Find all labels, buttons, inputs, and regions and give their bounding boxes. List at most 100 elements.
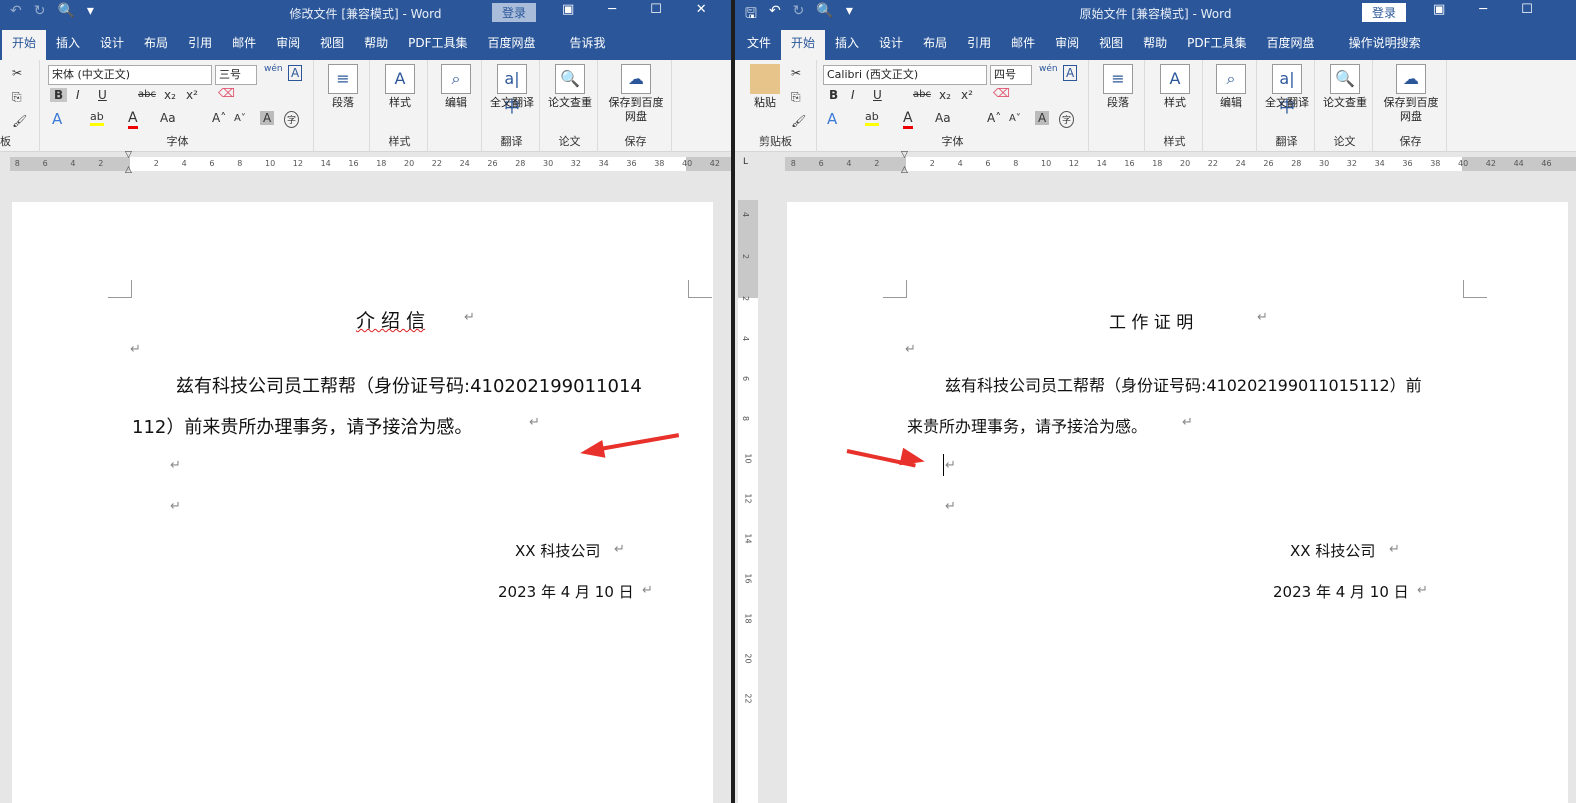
char-border-icon[interactable]: A [1063, 65, 1078, 81]
text-effect-icon[interactable]: A [52, 110, 62, 128]
maximize-icon[interactable]: ☐ [1521, 2, 1533, 17]
save-baidu-button[interactable]: ☁ 保存到百度网盘 [1375, 64, 1447, 124]
underline-button[interactable]: U [873, 88, 882, 102]
tab-0[interactable]: 开始 [2, 30, 47, 60]
strikethrough-button[interactable]: abc [913, 89, 931, 100]
char-shading-icon[interactable]: A [260, 111, 275, 125]
tab-9[interactable]: 帮助 [1133, 30, 1177, 60]
editing-button[interactable]: ⌕ 编辑 [1205, 64, 1257, 110]
format-painter-icon[interactable]: 🖌 [12, 114, 27, 128]
shrink-font-icon[interactable]: A˅ [1009, 113, 1021, 124]
tab-0[interactable]: 文件 [737, 30, 781, 60]
tab-3[interactable]: 布局 [134, 30, 178, 60]
login-button[interactable]: 登录 [1362, 3, 1407, 22]
format-painter-icon[interactable]: 🖌 [791, 114, 806, 128]
tab-4[interactable]: 布局 [913, 30, 957, 60]
paper-check-button[interactable]: 🔍 论文查重 [1317, 64, 1373, 110]
copy-icon[interactable]: ⎘ [791, 90, 801, 105]
font-size-select[interactable]: 三号 [215, 65, 257, 85]
font-name-select[interactable]: Calibri (西文正文) [823, 65, 987, 85]
editing-button[interactable]: ⌕ 编辑 [430, 64, 482, 110]
ribbon-display-icon[interactable]: ▣ [562, 2, 574, 17]
clear-format-icon[interactable]: ⌫ [218, 86, 235, 100]
phonetic-guide-icon[interactable]: wén [264, 64, 283, 74]
tab-10[interactable]: 百度网盘 [478, 30, 546, 60]
tab-8[interactable]: 视图 [1089, 30, 1133, 60]
maximize-icon[interactable]: ☐ [650, 2, 662, 17]
change-case-icon[interactable]: Aa [160, 111, 176, 125]
tab-1[interactable]: 开始 [781, 30, 826, 60]
paragraph-button[interactable]: ≡ 段落 [1091, 64, 1145, 110]
tab-2[interactable]: 插入 [825, 30, 869, 60]
grow-font-icon[interactable]: A˄ [987, 111, 1001, 125]
hanging-indent-marker[interactable]: △ [125, 165, 132, 175]
tab-3[interactable]: 设计 [869, 30, 913, 60]
tab-7[interactable]: 视图 [310, 30, 354, 60]
tab-7[interactable]: 审阅 [1045, 30, 1089, 60]
paper-check-button[interactable]: 🔍 论文查重 [542, 64, 598, 110]
tab-11[interactable]: 告诉我 [546, 30, 616, 60]
cut-icon[interactable]: ✂ [12, 66, 22, 80]
tab-12[interactable]: 操作说明搜索 [1325, 30, 1431, 60]
tab-5[interactable]: 邮件 [222, 30, 266, 60]
italic-button[interactable]: I [851, 88, 855, 102]
tab-6[interactable]: 邮件 [1001, 30, 1045, 60]
hanging-indent-marker[interactable]: △ [901, 165, 908, 175]
enclose-char-icon[interactable]: 字 [1059, 111, 1075, 128]
text-effect-icon[interactable]: A [827, 110, 837, 128]
char-shading-icon[interactable]: A [1035, 111, 1050, 125]
char-border-icon[interactable]: A [288, 65, 303, 81]
styles-button[interactable]: A 样式 [372, 64, 428, 110]
font-size-select[interactable]: 四号 [990, 65, 1032, 85]
first-line-indent-marker[interactable]: ▽ [901, 150, 908, 160]
minimize-icon[interactable]: ─ [608, 2, 616, 17]
bold-button[interactable]: B [825, 88, 842, 102]
subscript-button[interactable]: x₂ [164, 88, 176, 102]
save-baidu-button[interactable]: ☁ 保存到百度网盘 [600, 64, 672, 124]
first-line-indent-marker[interactable]: ▽ [125, 150, 132, 160]
ribbon-display-icon[interactable]: ▣ [1433, 2, 1445, 17]
clear-format-icon[interactable]: ⌫ [993, 86, 1010, 100]
phonetic-guide-icon[interactable]: wén [1039, 64, 1058, 74]
grow-font-icon[interactable]: A˄ [212, 111, 226, 125]
italic-button[interactable]: I [76, 88, 80, 102]
cut-icon[interactable]: ✂ [791, 66, 801, 80]
enclose-char-icon[interactable]: 字 [284, 111, 300, 128]
copy-icon[interactable]: ⎘ [12, 90, 22, 105]
highlight-icon[interactable]: ab [90, 110, 104, 126]
tab-10[interactable]: PDF工具集 [1177, 30, 1256, 60]
full-translate-button[interactable]: a|中 全文翻译 [484, 64, 540, 116]
strikethrough-button[interactable]: abc [138, 89, 156, 100]
subscript-button[interactable]: x₂ [939, 88, 951, 102]
shrink-font-icon[interactable]: A˅ [234, 113, 246, 124]
tab-11[interactable]: 百度网盘 [1257, 30, 1325, 60]
paste-button[interactable]: 粘贴 [745, 64, 785, 110]
superscript-button[interactable]: x² [961, 88, 973, 102]
document-page[interactable]: 介 绍 信 ↵ ↵ 兹有科技公司员工帮帮（身份证号码:41020219901101… [12, 202, 713, 803]
underline-button[interactable]: U [98, 88, 107, 102]
bold-button[interactable]: B [50, 88, 68, 102]
superscript-button[interactable]: x² [186, 88, 198, 102]
tab-5[interactable]: 引用 [957, 30, 1001, 60]
minimize-icon[interactable]: ─ [1479, 2, 1487, 17]
tab-2[interactable]: 设计 [90, 30, 134, 60]
login-button[interactable]: 登录 [492, 3, 537, 22]
paragraph-button[interactable]: ≡ 段落 [316, 64, 370, 110]
horizontal-ruler[interactable]: 8 6 4 2 2 4 6 8 10 12 14 16 18 20 22 24 26 28 30 32 34 36 38 40… [735, 150, 1576, 178]
document-page[interactable]: 工 作 证 明 ↵ ↵ 兹有科技公司员工帮帮（身份证号码:410202199011… [787, 202, 1568, 803]
close-icon[interactable]: ✕ [696, 2, 707, 17]
change-case-icon[interactable]: Aa [935, 111, 951, 125]
horizontal-ruler[interactable]: 8 6 4 2 2 4 6 8 10 12 14 16 18 20 22 24 26 28 30 32 34 36 38 40… [0, 150, 731, 178]
tab-8[interactable]: 帮助 [354, 30, 398, 60]
tab-6[interactable]: 审阅 [266, 30, 310, 60]
highlight-icon[interactable]: ab [865, 110, 879, 126]
font-color-icon[interactable]: A [903, 110, 913, 129]
full-translate-button[interactable]: a|中 全文翻译 [1259, 64, 1315, 116]
font-color-icon[interactable]: A [128, 110, 138, 129]
tab-4[interactable]: 引用 [178, 30, 222, 60]
tab-selector[interactable]: L [743, 157, 748, 167]
tab-9[interactable]: PDF工具集 [398, 30, 477, 60]
tab-1[interactable]: 插入 [46, 30, 90, 60]
font-name-select[interactable]: 宋体 (中文正文) [48, 65, 212, 85]
styles-button[interactable]: A 样式 [1147, 64, 1203, 110]
